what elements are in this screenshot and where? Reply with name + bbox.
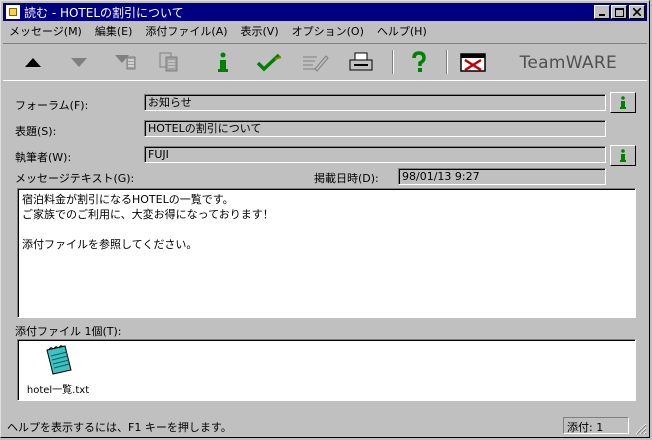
toolbar-separator [446,50,448,74]
message-text-label: メッセージテキスト(G): [15,172,135,185]
message-line: ご家族でのご利用に、大変お得になっております！ [22,208,274,221]
window-title: 読む - HOTELの割引について [24,5,184,20]
message-line: 添付ファイルを参照してください。 [22,238,198,251]
date-field: 98/01/13 9:27 [398,168,606,185]
brand-logo: TeamWARE [519,53,617,73]
delete-button[interactable] [459,48,487,76]
next-button[interactable] [65,48,93,76]
close-button[interactable] [629,5,645,19]
next-unread-button[interactable] [111,48,139,76]
maximize-icon [614,7,624,17]
copy-button[interactable] [155,48,183,76]
attachments-label: 添付ファイル 1個(T): [15,325,122,338]
status-bar: ヘルプを表示するには、F1 キーを押します。 添付: 1 [3,417,647,435]
info-icon [620,148,626,162]
help-icon [412,51,426,72]
close-icon [633,8,641,16]
attachment-item[interactable]: hotel一覧.txt [22,344,94,396]
form-info-button[interactable] [610,92,636,113]
edit-icon [303,55,329,72]
down-arrow-icon [71,58,87,67]
toolbar-separator [392,50,394,74]
subject-label: 表題(S): [15,125,57,138]
print-icon [349,52,373,71]
attachment-filename: hotel一覧.txt [26,385,90,396]
menu-attachment[interactable]: 添付ファイル(A) [139,23,234,39]
help-button[interactable] [405,48,433,76]
menu-bar: メッセージ(M) 編集(E) 添付ファイル(A) 表示(V) オプション(O) … [3,22,647,40]
author-field: FUJI [144,146,606,163]
maximize-button[interactable] [611,5,627,19]
info-button[interactable] [209,48,237,76]
previous-button[interactable] [19,48,47,76]
menu-help[interactable]: ヘルプ(H) [371,23,434,39]
approve-button[interactable] [255,48,283,76]
toolbar: TeamWARE [3,43,647,81]
author-label: 執筆者(W): [15,151,72,164]
attachment-count: 添付: 1 [563,417,629,434]
check-icon [256,53,282,72]
attachments-list: hotel一覧.txt [17,339,636,401]
message-body[interactable]: 宿泊料金が割引になるHOTELの一覧です。 ご家族でのご利用に、大変お得になって… [17,188,636,318]
form-label: フォーラム(F): [15,99,89,112]
subject-field: HOTELの割引について [144,120,606,137]
minimize-button[interactable] [594,5,610,19]
menu-options[interactable]: オプション(O) [286,23,371,39]
next-unread-icon [115,55,136,70]
status-message: ヘルプを表示するには、F1 キーを押します。 [7,421,232,434]
info-icon [620,95,626,109]
message-line [22,222,631,237]
app-icon[interactable] [6,5,20,19]
form-field: お知らせ [144,94,606,111]
up-arrow-icon [25,58,41,67]
title-bar[interactable]: 読む - HOTELの割引について [3,3,647,21]
message-line: 宿泊料金が割引になるHOTELの一覧です。 [22,193,234,206]
print-button[interactable] [347,48,375,76]
menu-message[interactable]: メッセージ(M) [3,23,89,39]
author-info-button[interactable] [610,145,636,166]
menu-edit[interactable]: 編集(E) [89,23,140,39]
date-label: 掲載日時(D): [314,172,379,185]
minimize-icon [599,14,605,16]
text-file-icon [46,345,72,375]
menu-view[interactable]: 表示(V) [235,23,286,39]
edit-button[interactable] [301,48,329,76]
copy-icon [159,52,178,72]
info-icon [218,52,228,72]
resize-grip-icon[interactable] [633,421,647,435]
delete-icon [460,53,486,72]
read-window: 読む - HOTELの割引について メッセージ(M) 編集(E) 添付ファイル(… [0,0,650,438]
